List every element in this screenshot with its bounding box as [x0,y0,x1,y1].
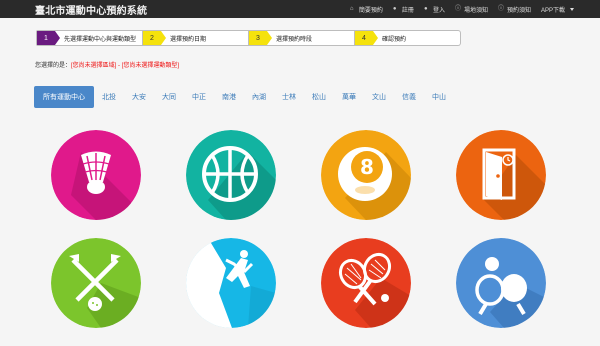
sport-climbing-icon[interactable] [186,238,276,328]
sport-golf-icon[interactable] [51,238,141,328]
sport-icon-grid: 8 [0,0,600,346]
sport-fitness-icon[interactable] [456,130,546,220]
sport-basketball-icon[interactable] [186,130,276,220]
sport-billiards-icon[interactable]: 8 [321,130,411,220]
sport-tabletennis-icon[interactable] [456,238,546,328]
sport-badminton-icon[interactable] [51,130,141,220]
sport-tennis-icon[interactable] [321,238,411,328]
svg-text:8: 8 [360,155,374,179]
